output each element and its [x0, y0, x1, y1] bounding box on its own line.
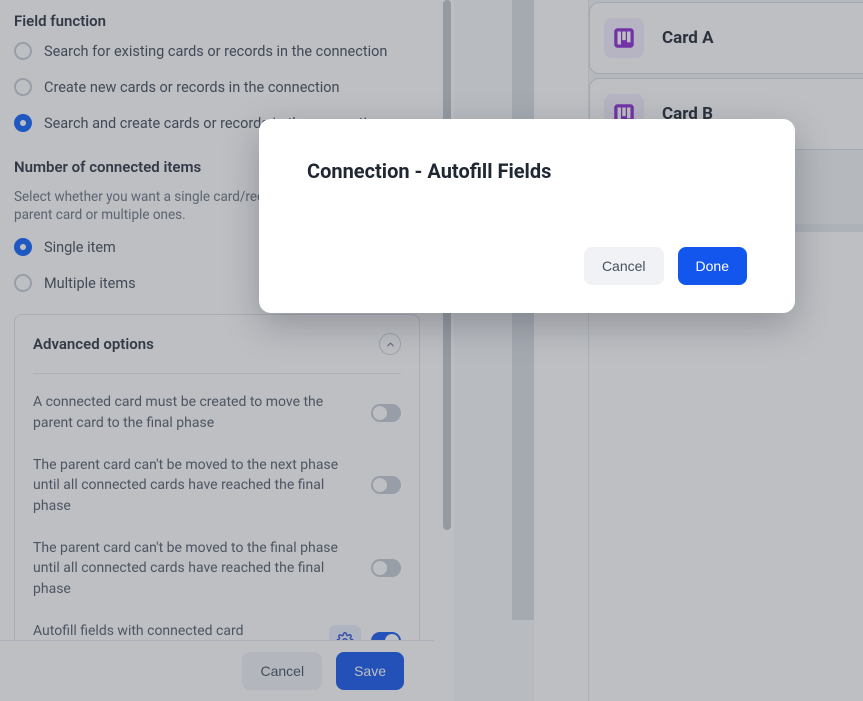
autofill-modal: Connection - Autofill Fields Cancel Done: [259, 119, 795, 313]
modal-title: Connection - Autofill Fields: [307, 159, 747, 183]
modal-actions: Cancel Done: [307, 247, 747, 285]
modal-cancel-button[interactable]: Cancel: [584, 247, 664, 285]
modal-done-button[interactable]: Done: [678, 247, 747, 285]
modal-overlay[interactable]: [0, 0, 863, 701]
